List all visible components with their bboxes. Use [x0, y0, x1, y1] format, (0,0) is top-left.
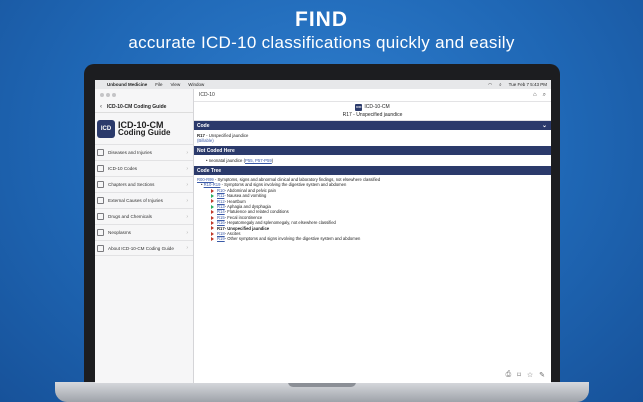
- promo-subline: accurate ICD-10 classifications quickly …: [128, 33, 515, 52]
- logo-badge: ICD: [97, 120, 115, 138]
- page-title: ICD ICD-10-CM: [355, 103, 390, 111]
- tree-item[interactable]: R19 - Other symptoms and signs involving…: [197, 236, 548, 241]
- sidebar-item-codes[interactable]: ICD-10 Codes ›: [95, 160, 193, 176]
- sidebar-item-diseases[interactable]: Diseases and Injuries ›: [95, 144, 193, 160]
- list-icon: [97, 213, 104, 220]
- page-subtitle: R17 - Unspecified jaundice: [194, 112, 551, 121]
- list-icon: [97, 229, 104, 236]
- promo-headline: FIND: [295, 8, 348, 31]
- sidebar-item-chapters[interactable]: Chapters and Sections ›: [95, 176, 193, 192]
- code-tree-header: Code Tree: [194, 166, 551, 175]
- title-logo-icon: ICD: [355, 103, 363, 111]
- expand-arrow-icon: [211, 226, 214, 231]
- product-logo: ICD ICD-10-CM Coding Guide: [97, 118, 193, 140]
- not-coded-link[interactable]: P55, P57-P59: [245, 158, 272, 163]
- window-controls: [95, 89, 193, 101]
- not-coded-item: • neonatal jaundice (P55, P57-P59): [206, 158, 274, 163]
- info-icon: [97, 244, 104, 252]
- expand-arrow-icon: [211, 215, 214, 220]
- list-icon: [97, 149, 104, 156]
- list-icon: [97, 197, 104, 204]
- screen: Unbound Medicine File View Window ◠ ⌕ Tu…: [95, 80, 551, 383]
- star-icon[interactable]: ☆: [527, 371, 533, 379]
- code-tree: R00-R99 - Symptoms, signs and abnormal c…: [194, 175, 551, 244]
- tree-link-l1[interactable]: R10-R19: [204, 182, 221, 187]
- expand-arrow-icon: [211, 204, 214, 209]
- list-icon: [97, 165, 104, 172]
- app-window: ‹ ICD-10-CM Coding Guide ICD ICD-10-CM C…: [95, 89, 551, 383]
- print-icon[interactable]: ⎙: [506, 371, 512, 379]
- back-icon[interactable]: ‹: [95, 104, 107, 110]
- sidebar-title: ICD-10-CM Coding Guide: [107, 103, 167, 110]
- expand-arrow-icon: [211, 188, 214, 193]
- expand-arrow-icon: [211, 231, 214, 236]
- expand-arrow-icon: [211, 199, 214, 204]
- expand-arrow-icon: [211, 237, 214, 242]
- menu-view[interactable]: View: [171, 82, 181, 87]
- sidebar-item-about[interactable]: About ICD-10-CM Coding Guide ›: [95, 240, 193, 256]
- minimize-dot-icon[interactable]: [106, 93, 110, 97]
- tree-link-l0[interactable]: R00-R99: [197, 177, 214, 182]
- expand-arrow-icon: [211, 210, 214, 215]
- menu-app-name[interactable]: Unbound Medicine: [107, 82, 147, 87]
- toolbar: ICD-10 ⌂ ⌕: [194, 89, 551, 102]
- sidebar-item-neoplasms[interactable]: Neoplasms ›: [95, 224, 193, 240]
- code-detail: R17 - Unspecified jaundice (Billable): [194, 130, 551, 146]
- zoom-dot-icon[interactable]: [112, 93, 116, 97]
- sidebar-item-external[interactable]: External Causes of Injuries ›: [95, 192, 193, 208]
- menu-file[interactable]: File: [155, 82, 162, 87]
- sidebar: ‹ ICD-10-CM Coding Guide ICD ICD-10-CM C…: [95, 89, 194, 383]
- expand-arrow-icon: [211, 193, 214, 198]
- wifi-icon[interactable]: ◠: [488, 82, 492, 88]
- logo-line2: Coding Guide: [118, 128, 171, 137]
- chevron-down-icon[interactable]: ⌄: [542, 122, 547, 129]
- toolbar-title: ICD-10: [199, 92, 215, 98]
- not-coded-header: Not Coded Here: [194, 146, 551, 155]
- footer-actions: ⎙ ⌑ ☆ ✎: [500, 371, 545, 379]
- sidebar-item-drugs[interactable]: Drugs and Chemicals ›: [95, 208, 193, 224]
- close-dot-icon[interactable]: [100, 93, 104, 97]
- home-icon[interactable]: ⌂: [533, 92, 537, 99]
- code-section-header[interactable]: Code ⌄: [194, 121, 551, 130]
- menu-window[interactable]: Window: [188, 82, 204, 87]
- search-icon[interactable]: ⌕: [499, 82, 502, 87]
- sidebar-header: ‹ ICD-10-CM Coding Guide: [95, 101, 193, 113]
- tag-icon[interactable]: ⌑: [517, 371, 521, 379]
- search-icon[interactable]: ⌕: [543, 92, 546, 99]
- clock[interactable]: Tue Feb 7 5:43 PM: [509, 82, 547, 87]
- menubar: Unbound Medicine File View Window ◠ ⌕ Tu…: [95, 80, 551, 89]
- billable-tag: (Billable): [197, 138, 214, 143]
- expand-arrow-icon: [211, 220, 214, 225]
- laptop-base: [55, 382, 589, 402]
- list-icon: [97, 181, 104, 188]
- main-pane: ICD-10 ⌂ ⌕ ICD ICD-10-CM R17 - Unspecifi…: [194, 89, 551, 383]
- notes-icon[interactable]: ✎: [539, 371, 545, 379]
